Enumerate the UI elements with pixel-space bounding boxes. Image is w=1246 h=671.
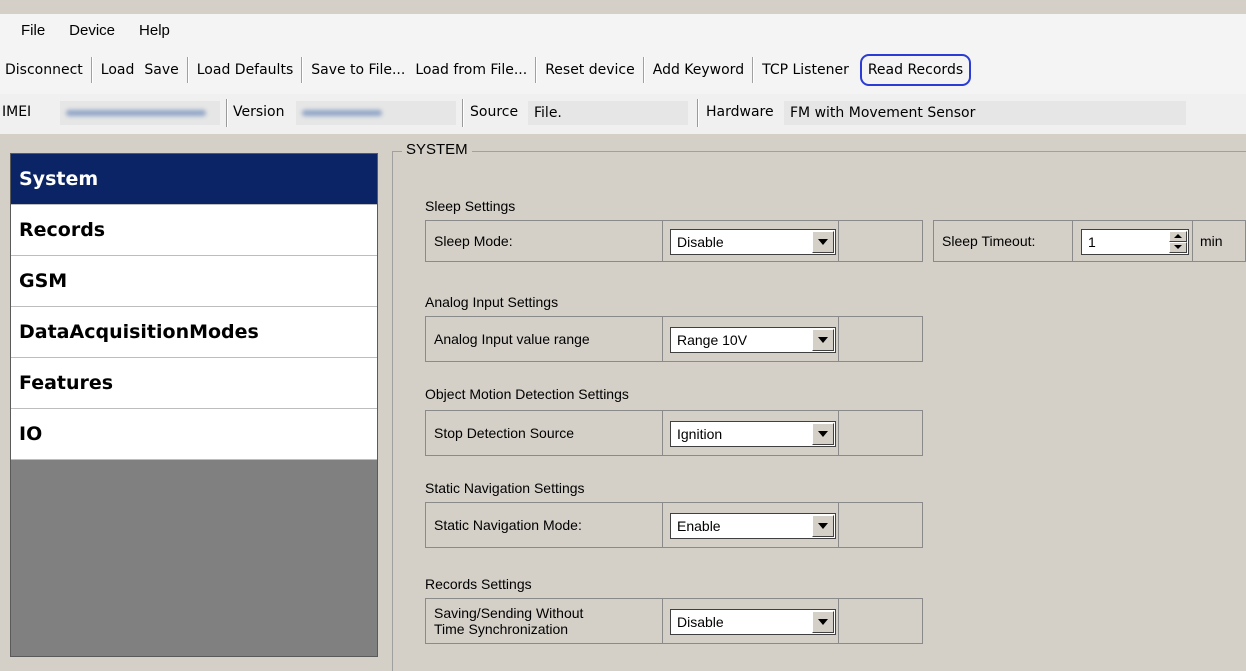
disconnect-button[interactable]: Disconnect xyxy=(0,59,88,81)
row-divider xyxy=(1072,221,1073,261)
info-separator xyxy=(462,99,464,127)
sleep-timeout-stepper[interactable]: 1 xyxy=(1081,229,1189,255)
static-nav-row: Static Navigation Mode: Enable xyxy=(425,502,923,548)
static-nav-value: Enable xyxy=(677,518,721,534)
imei-redacted xyxy=(66,110,206,116)
row-divider xyxy=(838,411,839,455)
time-sync-label-line2: Time Synchronization xyxy=(434,621,569,637)
sidebar-item-system[interactable]: System xyxy=(11,154,377,205)
toolbar-separator xyxy=(535,57,538,83)
tcp-listener-button[interactable]: TCP Listener xyxy=(757,59,854,81)
sidebar: System Records GSM DataAcquisitionModes … xyxy=(10,153,378,657)
stepper-up-icon[interactable] xyxy=(1169,231,1187,242)
add-keyword-button[interactable]: Add Keyword xyxy=(648,59,749,81)
chevron-down-icon[interactable] xyxy=(812,231,834,253)
load-defaults-button[interactable]: Load Defaults xyxy=(192,59,298,81)
analog-settings-title: Analog Input Settings xyxy=(425,294,559,310)
source-value: File. xyxy=(528,101,688,125)
version-value xyxy=(296,101,456,125)
row-divider xyxy=(838,503,839,547)
sleep-mode-select[interactable]: Disable xyxy=(670,229,836,255)
row-divider xyxy=(838,317,839,361)
analog-range-label: Analog Input value range xyxy=(434,331,590,347)
stepper-down-icon[interactable] xyxy=(1169,242,1187,253)
read-records-button[interactable]: Read Records xyxy=(859,54,972,86)
row-divider xyxy=(838,599,839,643)
time-sync-select[interactable]: Disable xyxy=(670,609,836,635)
sleep-mode-row: Sleep Mode: Disable xyxy=(425,220,923,262)
info-separator xyxy=(226,99,228,127)
sidebar-item-features[interactable]: Features xyxy=(11,358,377,409)
time-sync-value: Disable xyxy=(677,614,724,630)
imei-label: IMEI xyxy=(2,104,32,120)
menu-help[interactable]: Help xyxy=(127,22,182,39)
static-nav-settings-title: Static Navigation Settings xyxy=(425,480,585,496)
stop-detection-row: Stop Detection Source Ignition xyxy=(425,410,923,456)
menu-file[interactable]: File xyxy=(0,22,57,39)
time-sync-label-line1: Saving/Sending Without xyxy=(434,605,584,621)
toolbar-separator xyxy=(642,57,645,83)
row-divider xyxy=(662,411,663,455)
row-divider xyxy=(1192,221,1193,261)
chevron-down-icon[interactable] xyxy=(812,515,834,537)
stop-detection-value: Ignition xyxy=(677,426,723,442)
sidebar-item-io[interactable]: IO xyxy=(11,409,377,460)
sleep-timeout-unit: min xyxy=(1200,233,1223,249)
row-divider xyxy=(662,503,663,547)
row-divider xyxy=(662,317,663,361)
time-sync-row: Saving/Sending Without Time Synchronizat… xyxy=(425,598,923,644)
time-sync-label: Saving/Sending Without Time Synchronizat… xyxy=(434,599,583,643)
toolbar-separator xyxy=(752,57,755,83)
row-divider xyxy=(662,599,663,643)
imei-value xyxy=(60,101,220,125)
sleep-settings-title: Sleep Settings xyxy=(425,198,516,214)
static-nav-select[interactable]: Enable xyxy=(670,513,836,539)
motion-settings-title: Object Motion Detection Settings xyxy=(425,386,629,402)
hardware-value: FM with Movement Sensor xyxy=(784,101,1186,125)
toolbar-separator xyxy=(186,57,189,83)
version-label: Version xyxy=(233,104,285,120)
sleep-timeout-row: Sleep Timeout: 1 min xyxy=(933,220,1246,262)
load-from-file-button[interactable]: Load from File... xyxy=(410,59,532,81)
menu-device[interactable]: Device xyxy=(57,22,127,39)
system-group-title: SYSTEM xyxy=(402,141,472,158)
analog-range-value: Range 10V xyxy=(677,332,748,348)
chevron-down-icon[interactable] xyxy=(812,329,834,351)
sleep-timeout-value: 1 xyxy=(1088,234,1096,250)
sidebar-item-gsm[interactable]: GSM xyxy=(11,256,377,307)
hardware-label: Hardware xyxy=(706,104,774,120)
analog-range-select[interactable]: Range 10V xyxy=(670,327,836,353)
sidebar-item-data-acquisition-modes[interactable]: DataAcquisitionModes xyxy=(11,307,377,358)
load-button[interactable]: Load xyxy=(96,59,140,81)
menu-bar: File Device Help xyxy=(0,14,1246,46)
stepper-buttons xyxy=(1169,231,1187,253)
row-divider xyxy=(838,221,839,261)
static-nav-label: Static Navigation Mode: xyxy=(434,517,582,533)
row-divider xyxy=(662,221,663,261)
toolbar-separator xyxy=(301,57,304,83)
toolbar: Disconnect Load Save Load Defaults Save … xyxy=(0,46,1246,94)
stop-detection-label: Stop Detection Source xyxy=(434,425,575,441)
info-separator xyxy=(697,99,699,127)
chevron-down-icon[interactable] xyxy=(812,423,834,445)
save-to-file-button[interactable]: Save to File... xyxy=(306,59,410,81)
sidebar-item-records[interactable]: Records xyxy=(11,205,377,256)
stop-detection-select[interactable]: Ignition xyxy=(670,421,836,447)
records-settings-title: Records Settings xyxy=(425,576,532,592)
chevron-down-icon[interactable] xyxy=(812,611,834,633)
source-label: Source xyxy=(470,104,519,120)
device-info-bar: IMEI Version Source File. Hardware FM wi… xyxy=(0,94,1246,134)
version-redacted xyxy=(302,110,382,116)
save-button[interactable]: Save xyxy=(139,59,183,81)
toolbar-separator xyxy=(90,57,93,83)
sleep-mode-value: Disable xyxy=(677,234,724,250)
reset-device-button[interactable]: Reset device xyxy=(540,59,640,81)
analog-range-row: Analog Input value range Range 10V xyxy=(425,316,923,362)
sleep-mode-label: Sleep Mode: xyxy=(434,233,513,249)
sleep-timeout-label: Sleep Timeout: xyxy=(942,233,1036,249)
